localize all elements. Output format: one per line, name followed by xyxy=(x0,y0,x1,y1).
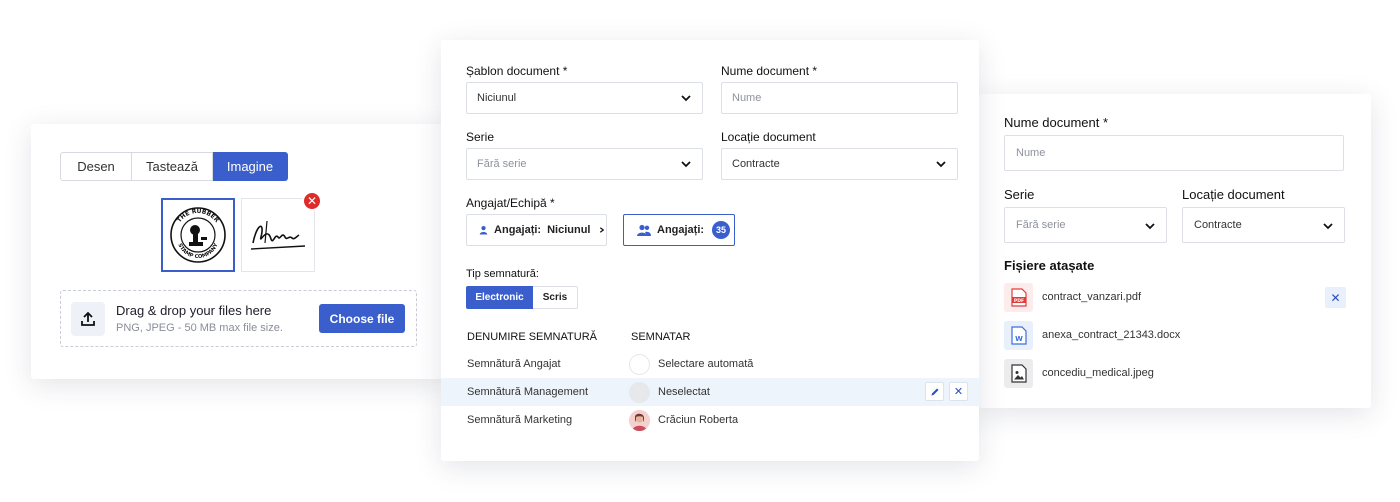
employee-select-button[interactable]: Angajați: Niciunul xyxy=(466,214,607,246)
list-item[interactable]: PDF contract_vanzari.pdf ✕ xyxy=(1004,283,1346,313)
avatar xyxy=(629,354,650,375)
signer-name: Selectare automată xyxy=(658,358,754,370)
employees-prefix: Angajați: xyxy=(657,224,705,236)
file-name: contract_vanzari.pdf xyxy=(1042,291,1142,303)
remove-file-button[interactable]: ✕ xyxy=(1325,287,1346,308)
tab-tasteaza[interactable]: Tastează xyxy=(132,152,213,181)
location-value: Contracte xyxy=(1194,219,1242,231)
location-select[interactable]: Contracte xyxy=(1182,207,1345,243)
series-select[interactable]: Fără serie xyxy=(1004,207,1167,243)
name-label: Nume document * xyxy=(1004,115,1109,130)
user-icon xyxy=(479,226,488,235)
series-label: Serie xyxy=(466,130,495,144)
rubber-stamp-icon: THE RUBBER STAMP COMPANY xyxy=(170,207,226,263)
upload-icon xyxy=(71,302,105,336)
attachments-title: Fișiere atașate xyxy=(1004,258,1095,273)
list-item[interactable]: concediu_medical.jpeg xyxy=(1004,359,1346,389)
chevron-down-icon xyxy=(1323,223,1333,230)
users-icon xyxy=(637,224,651,236)
signature-name: Semnătură Angajat xyxy=(467,358,561,370)
dropzone-title: Drag & drop your files here xyxy=(116,303,272,318)
pdf-file-icon: PDF xyxy=(1004,283,1033,312)
name-input[interactable]: Nume xyxy=(1004,135,1344,171)
stamp-top-text: THE RUBBER xyxy=(176,208,221,224)
template-label: Șablon document * xyxy=(466,64,568,78)
location-label: Locație document xyxy=(1182,187,1285,202)
tab-desen[interactable]: Desen xyxy=(60,152,132,181)
column-header-name: DENUMIRE SEMNATURĂ xyxy=(467,331,597,343)
employee-prefix: Angajați: xyxy=(494,224,542,236)
toggle-scris[interactable]: Scris xyxy=(533,286,578,309)
location-label: Locație document xyxy=(721,130,816,144)
signature-name: Semnătură Management xyxy=(467,386,589,398)
name-input[interactable]: Nume xyxy=(721,82,958,114)
signature-type-toggle: Electronic Scris xyxy=(466,286,578,309)
chevron-down-icon xyxy=(681,95,691,102)
column-header-signer: SEMNATAR xyxy=(631,331,691,343)
chevron-down-icon xyxy=(1145,223,1155,230)
signature-type-label: Tip semnatură: xyxy=(466,268,539,280)
template-select[interactable]: Niciunul xyxy=(466,82,703,114)
file-name: anexa_contract_21343.docx xyxy=(1042,329,1181,341)
signature-panel: Desen Tastează Imagine THE RUBBER STAMP … xyxy=(31,124,448,379)
employee-label: Angajat/Echipă * xyxy=(466,196,555,210)
signer-name: Crăciun Roberta xyxy=(658,414,739,426)
edit-pencil-icon[interactable] xyxy=(925,382,944,401)
series-select[interactable]: Fără serie xyxy=(466,148,703,180)
name-placeholder: Nume xyxy=(1016,147,1046,159)
location-select[interactable]: Contracte xyxy=(721,148,958,180)
word-file-icon: W xyxy=(1004,321,1033,350)
attachments-panel: Nume document * Nume Serie Fără serie Lo… xyxy=(979,94,1371,408)
remove-row-button[interactable]: ✕ xyxy=(949,382,968,401)
stamp-image-thumbnail[interactable]: THE RUBBER STAMP COMPANY xyxy=(161,198,235,272)
employees-group-button[interactable]: Angajați: 35 xyxy=(623,214,735,246)
table-row[interactable]: Semnătură Angajat Selectare automată xyxy=(441,350,979,378)
image-file-icon xyxy=(1004,359,1033,388)
template-value: Niciunul xyxy=(477,92,517,104)
tab-imagine[interactable]: Imagine xyxy=(213,152,288,181)
series-label: Serie xyxy=(1004,187,1035,202)
signature-mode-tabs: Desen Tastează Imagine xyxy=(60,152,288,181)
signature-image-thumbnail[interactable]: ✕ xyxy=(241,191,322,272)
avatar xyxy=(629,410,650,431)
employee-value: Niciunul xyxy=(547,224,591,236)
word-badge: W xyxy=(1015,335,1023,343)
series-value: Fără serie xyxy=(477,158,527,170)
toggle-electronic[interactable]: Electronic xyxy=(466,286,533,309)
file-name: concediu_medical.jpeg xyxy=(1042,367,1154,379)
name-placeholder: Nume xyxy=(732,92,762,104)
svg-text:THE RUBBER: THE RUBBER xyxy=(176,208,221,224)
employees-count-badge: 35 xyxy=(712,221,731,239)
table-row[interactable]: Semnătură Marketing Crăciun Roberta xyxy=(441,406,979,434)
avatar xyxy=(629,382,650,403)
remove-image-button[interactable]: ✕ xyxy=(302,191,322,211)
chevron-down-icon xyxy=(936,161,946,168)
list-item[interactable]: W anexa_contract_21343.docx xyxy=(1004,321,1346,351)
signature-name: Semnătură Marketing xyxy=(467,414,573,426)
chevron-down-icon xyxy=(681,161,691,168)
pdf-badge: PDF xyxy=(1013,298,1023,304)
file-dropzone[interactable]: Drag & drop your files here PNG, JPEG - … xyxy=(60,290,417,347)
chevron-right-icon xyxy=(600,227,605,233)
name-label: Nume document * xyxy=(721,64,818,78)
choose-file-button[interactable]: Choose file xyxy=(319,304,405,333)
table-row[interactable]: Semnătură Management Neselectat ✕ xyxy=(441,378,979,406)
document-form-panel: Șablon document * Niciunul Nume document… xyxy=(441,40,979,461)
location-value: Contracte xyxy=(732,158,780,170)
dropzone-subtitle: PNG, JPEG - 50 MB max file size. xyxy=(116,322,283,334)
handwritten-signature-icon xyxy=(250,220,306,250)
series-value: Fără serie xyxy=(1016,219,1066,231)
signer-name: Neselectat xyxy=(658,386,710,398)
